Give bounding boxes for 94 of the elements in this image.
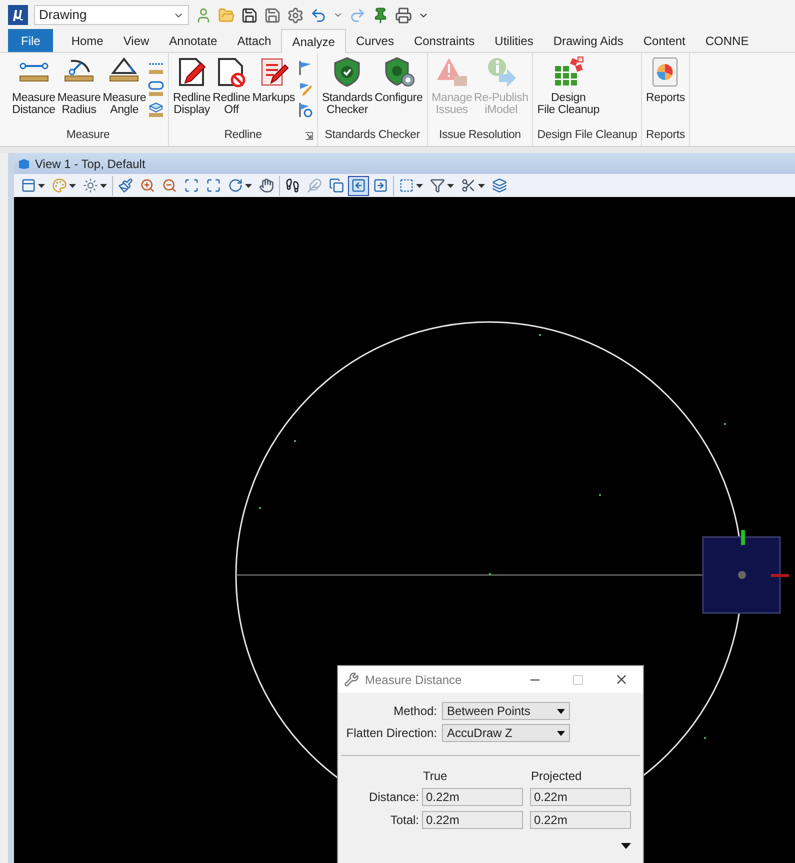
ribbon-button[interactable]: Measure Distance <box>12 56 56 126</box>
feather-icon <box>307 178 322 193</box>
ribbon-tab[interactable]: Constraints <box>404 29 485 52</box>
fit-view-icon <box>206 178 221 193</box>
x-axis-marker <box>771 574 789 577</box>
ribbon-tab[interactable]: Attach <box>227 29 282 52</box>
caret-icon <box>447 184 454 188</box>
rotate-icon <box>228 178 243 193</box>
dialog-launcher-icon[interactable] <box>304 132 313 140</box>
group-label: Design File Cleanup <box>537 128 638 144</box>
gear-icon[interactable] <box>287 6 304 24</box>
brush-icon <box>118 178 133 193</box>
row-label: Distance: <box>368 789 420 806</box>
info-arrow-icon <box>485 56 518 88</box>
pin-icon[interactable] <box>372 6 389 24</box>
measure-volume-icon <box>148 102 164 118</box>
value-field[interactable]: 0.22m <box>530 788 631 806</box>
ribbon-button[interactable]: Configure <box>374 56 423 126</box>
close-icon[interactable] <box>614 672 629 687</box>
caret-icon <box>478 184 485 188</box>
option-dropdown[interactable]: Between Points <box>442 702 570 720</box>
shield-gear-icon <box>382 56 415 88</box>
group-label: Measure <box>66 128 110 144</box>
dashed-square-icon <box>399 178 414 193</box>
column-header: Projected <box>531 768 583 785</box>
cleanup-blocks-icon <box>552 56 584 88</box>
caret-icon <box>38 184 45 188</box>
dialog-title: Measure Distance <box>365 672 463 688</box>
group-label: Redline <box>224 128 262 144</box>
caret-icon <box>245 184 252 188</box>
ribbon-tab[interactable]: Curves <box>346 29 404 52</box>
option-dropdown[interactable]: AccuDraw Z <box>442 724 570 742</box>
wrench-icon <box>344 672 359 687</box>
row-label: Total: <box>389 812 420 829</box>
ribbon-button[interactable]: Redline Display <box>173 56 211 126</box>
ribbon-tab[interactable]: Content <box>633 29 696 52</box>
caret-icon <box>416 184 423 188</box>
filter-icon <box>430 178 445 193</box>
group-label: Standards Checker <box>324 128 420 144</box>
footprints-icon <box>285 178 300 193</box>
option-label: Flatten Direction: <box>345 725 438 742</box>
ribbon-button[interactable]: Design File Cleanup <box>537 56 600 126</box>
value-field[interactable]: 0.22m <box>422 788 523 806</box>
measure-perimeter-icon <box>148 81 164 97</box>
warning-briefcase-icon <box>436 56 468 88</box>
view-title: View 1 - Top, Default <box>35 156 146 172</box>
ribbon-tab[interactable]: Drawing Aids <box>543 29 634 52</box>
group-label: Issue Resolution <box>439 128 521 144</box>
ribbon-button[interactable]: Reports <box>646 56 685 126</box>
value-field[interactable]: 0.22m <box>422 811 523 829</box>
snap-point <box>738 571 746 579</box>
scissors-icon <box>461 178 476 193</box>
option-label: Method: <box>392 703 438 720</box>
ribbon-tab[interactable]: Analyze <box>281 29 346 53</box>
ribbon-button[interactable]: Measure Radius <box>57 56 101 126</box>
ribbon-button[interactable]: Measure Angle <box>102 56 146 126</box>
ribbon-button[interactable]: Standards Checker <box>322 56 373 126</box>
column-header: True <box>423 768 448 785</box>
zoom-in-icon <box>140 178 155 193</box>
value-field[interactable]: 0.22m <box>530 811 631 829</box>
view-attributes-icon <box>21 178 36 193</box>
y-axis-marker <box>741 530 745 545</box>
ribbon-tab[interactable]: Home <box>61 29 114 52</box>
zoom-out-icon <box>162 178 177 193</box>
palette-icon <box>52 178 67 193</box>
copy-icon <box>329 178 344 193</box>
flag-icon <box>296 60 313 76</box>
document-no-icon <box>215 56 248 88</box>
flag-refresh-icon <box>296 102 313 118</box>
layers-icon <box>492 178 507 193</box>
file-tab[interactable]: File <box>8 29 54 52</box>
ribbon-tab[interactable]: Utilities <box>484 29 544 52</box>
view-tool-button[interactable] <box>348 176 369 196</box>
ribbon-tab[interactable]: View <box>113 29 160 52</box>
save-icon[interactable] <box>241 6 258 24</box>
hand-icon <box>259 178 274 193</box>
ribbon-button[interactable]: Redline Off <box>212 56 250 126</box>
sun-icon <box>83 178 98 193</box>
undo-icon[interactable] <box>310 6 327 24</box>
ribbon-tab[interactable]: CONNE <box>695 29 759 52</box>
ribbon-button[interactable]: Markups <box>252 56 295 126</box>
printer-icon[interactable] <box>395 6 412 24</box>
ribbon-tab[interactable]: Annotate <box>159 29 228 52</box>
caret-icon <box>100 184 107 188</box>
user-icon[interactable] <box>195 6 212 24</box>
caret-icon <box>69 184 76 188</box>
caret-icon <box>557 708 565 714</box>
app-logo[interactable] <box>8 5 28 25</box>
window-area-icon <box>184 178 199 193</box>
group-label: Reports <box>646 128 685 144</box>
expand-arrow-icon[interactable] <box>621 843 631 849</box>
view-icon <box>18 158 30 168</box>
caret-icon <box>557 730 565 736</box>
workflow-dropdown[interactable]: Drawing <box>34 5 189 25</box>
